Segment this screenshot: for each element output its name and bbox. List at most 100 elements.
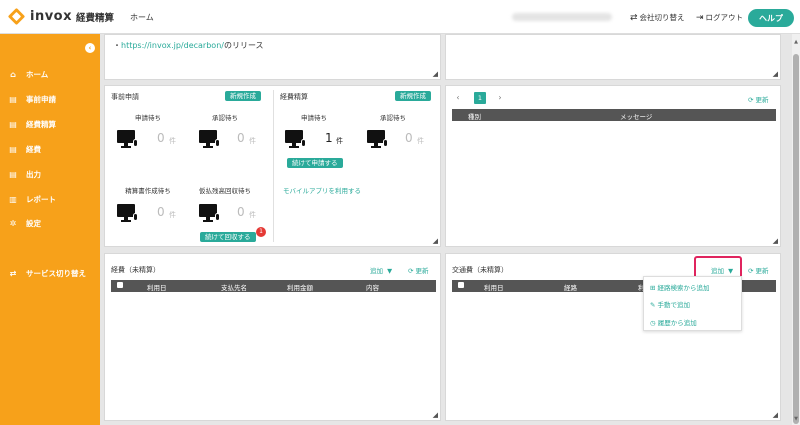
- header-home-link[interactable]: ホーム: [130, 12, 154, 23]
- mobile-app-link[interactable]: モバイルアプリを利用する: [283, 185, 361, 195]
- stat-unit: 件: [249, 137, 256, 145]
- dropdown-item-manual[interactable]: ✎ 手動で追加: [650, 299, 690, 309]
- chart-icon: ▥: [9, 195, 17, 204]
- stat-unit: 件: [249, 211, 256, 219]
- scroll-down-icon[interactable]: ▼: [792, 416, 800, 422]
- refresh-label: 更新: [755, 96, 769, 104]
- logout-button[interactable]: ⇥ ログアウト: [696, 12, 743, 23]
- page-scrollbar[interactable]: ▲ ▼: [792, 34, 800, 425]
- expenses-table-header: 利用日 支払先名 利用金額 内容: [111, 280, 436, 292]
- logo-mark-icon: [7, 7, 26, 26]
- pager-current-page[interactable]: 1: [474, 92, 486, 104]
- resize-handle-icon[interactable]: ◢: [433, 71, 438, 78]
- stat-count-approval-wait[interactable]: 0: [237, 131, 245, 145]
- sidebar-item-label: 設定: [26, 219, 41, 228]
- service-switch-label: サービス切り替え: [26, 269, 86, 278]
- stat-label-report-wait: 精算書作成待ち: [125, 187, 171, 195]
- transport-add-dropdown: ⊞ 経路検索から追加 ✎ 手動で追加 ◷ 履歴から追加: [643, 276, 742, 331]
- computer-icon: [117, 204, 138, 223]
- column-header: 支払先名: [221, 284, 247, 292]
- notice-suffix: のリリース: [223, 41, 264, 50]
- stat-count-settlement-apply-wait[interactable]: 1: [325, 131, 333, 145]
- expense-settlement-new-button[interactable]: 新規作成: [395, 91, 431, 101]
- computer-icon: [367, 130, 388, 149]
- computer-icon: [285, 130, 306, 149]
- service-switch-button[interactable]: ⇄ サービス切り替え: [8, 268, 86, 279]
- dropdown-item-label: 経路検索から追加: [657, 284, 710, 292]
- dropdown-item-history[interactable]: ◷ 履歴から追加: [650, 317, 697, 327]
- pre-application-new-button[interactable]: 新規作成: [225, 91, 261, 101]
- stat-count-advance-collect-wait[interactable]: 0: [237, 205, 245, 219]
- sidebar-item-expenses[interactable]: ▤ 経費: [8, 144, 41, 155]
- transport-refresh-button[interactable]: ⟳ 更新: [748, 265, 769, 275]
- stat-label-apply-wait: 申請待ち: [135, 114, 161, 122]
- expenses-add-button[interactable]: 追加 ▼: [370, 265, 392, 275]
- home-icon: ⌂: [10, 70, 16, 79]
- resize-handle-icon[interactable]: ◢: [433, 238, 438, 245]
- column-header: 内容: [366, 284, 379, 292]
- sidebar-item-label: 経費精算: [26, 120, 56, 129]
- add-label: 追加: [370, 267, 383, 275]
- logout-label: ログアウト: [705, 13, 744, 22]
- collapse-sidebar-icon[interactable]: ‹: [85, 43, 95, 53]
- column-header: 利用日: [484, 284, 504, 292]
- stat-label-settlement-approval-wait: 承認待ち: [380, 114, 406, 122]
- sidebar-item-label: レポート: [26, 195, 56, 204]
- history-icon: ◷: [650, 319, 656, 327]
- sidebar-item-report[interactable]: ▥ レポート: [8, 194, 56, 205]
- document-icon: ▤: [9, 95, 17, 104]
- gear-icon: ✲: [9, 219, 17, 228]
- messages-refresh-button[interactable]: ⟳ 更新: [748, 94, 769, 104]
- collect-continue-button[interactable]: 続けて回収する: [200, 232, 256, 242]
- apply-continue-button[interactable]: 続けて申請する: [287, 158, 343, 168]
- scroll-up-icon[interactable]: ▲: [792, 39, 800, 45]
- column-header: 利用金額: [287, 284, 313, 292]
- app-logo[interactable]: invox 経費精算: [7, 7, 114, 26]
- expenses-refresh-button[interactable]: ⟳ 更新: [408, 265, 429, 275]
- sidebar-item-label: ホーム: [26, 70, 49, 79]
- sidebar-item-settings[interactable]: ✲ 設定: [8, 218, 41, 229]
- stat-label-advance-collect-wait: 仮払残高回収待ち: [199, 187, 251, 195]
- dropdown-item-label: 手動で追加: [657, 301, 691, 309]
- expenses-title: 経費（未精算）: [111, 266, 160, 274]
- expenses-panel: 経費（未精算） 追加 ▼ ⟳ 更新 利用日 支払先名 利用金額 内容 ◢: [104, 253, 441, 421]
- dropdown-item-label: 履歴から追加: [657, 319, 697, 327]
- sidebar-item-label: 出力: [26, 170, 41, 179]
- stat-unit: 件: [169, 211, 176, 219]
- stat-unit: 件: [169, 137, 176, 145]
- sidebar-item-home[interactable]: ⌂ ホーム: [8, 69, 48, 80]
- sidebar-item-output[interactable]: ▤ 出力: [8, 169, 41, 180]
- resize-handle-icon[interactable]: ◢: [773, 71, 778, 78]
- refresh-label: 更新: [415, 267, 429, 275]
- dropdown-item-route-search[interactable]: ⊞ 経路検索から追加: [650, 282, 710, 292]
- pager-prev-icon[interactable]: ‹: [452, 92, 464, 104]
- pencil-icon: ✎: [650, 301, 656, 309]
- select-all-checkbox[interactable]: [117, 282, 123, 288]
- resize-handle-icon[interactable]: ◢: [433, 412, 438, 419]
- computer-icon: [199, 204, 220, 223]
- route-search-icon: ⊞: [650, 284, 656, 292]
- help-button[interactable]: ヘルプ: [748, 9, 794, 27]
- refresh-icon: ⟳: [748, 96, 754, 104]
- resize-handle-icon[interactable]: ◢: [773, 238, 778, 245]
- swap-icon: ⇄: [9, 269, 17, 278]
- sidebar: ‹ ⌂ ホーム ▤ 事前申請 ▤ 経費精算 ▤ 経費 ▤ 出力 ▥ レポート ✲…: [0, 34, 100, 425]
- switch-company-button[interactable]: ⇄ 会社切り替え: [630, 12, 685, 23]
- notice-link[interactable]: https://invox.jp/decarbon/: [121, 41, 224, 50]
- top-header: invox 経費精算 ホーム ⇄ 会社切り替え ⇥ ログアウト ヘルプ: [0, 0, 800, 34]
- notice-bullet: ・: [113, 41, 121, 50]
- sidebar-item-expense-settlement[interactable]: ▤ 経費精算: [8, 119, 56, 130]
- pager-next-icon[interactable]: ›: [494, 92, 506, 104]
- refresh-label: 更新: [755, 267, 769, 275]
- sidebar-item-pre-application[interactable]: ▤ 事前申請: [8, 94, 56, 105]
- scroll-thumb[interactable]: [793, 54, 799, 424]
- messages-panel: ‹ 1 › ⟳ 更新 種別 メッセージ ◢: [445, 85, 781, 247]
- expense-settlement-title: 経費精算: [280, 93, 308, 101]
- refresh-icon: ⟳: [748, 267, 754, 275]
- stat-count-settlement-approval-wait[interactable]: 0: [405, 131, 413, 145]
- stat-label-approval-wait: 承認待ち: [212, 114, 238, 122]
- select-all-checkbox[interactable]: [458, 282, 464, 288]
- resize-handle-icon[interactable]: ◢: [773, 412, 778, 419]
- stat-count-report-wait[interactable]: 0: [157, 205, 165, 219]
- stat-count-apply-wait[interactable]: 0: [157, 131, 165, 145]
